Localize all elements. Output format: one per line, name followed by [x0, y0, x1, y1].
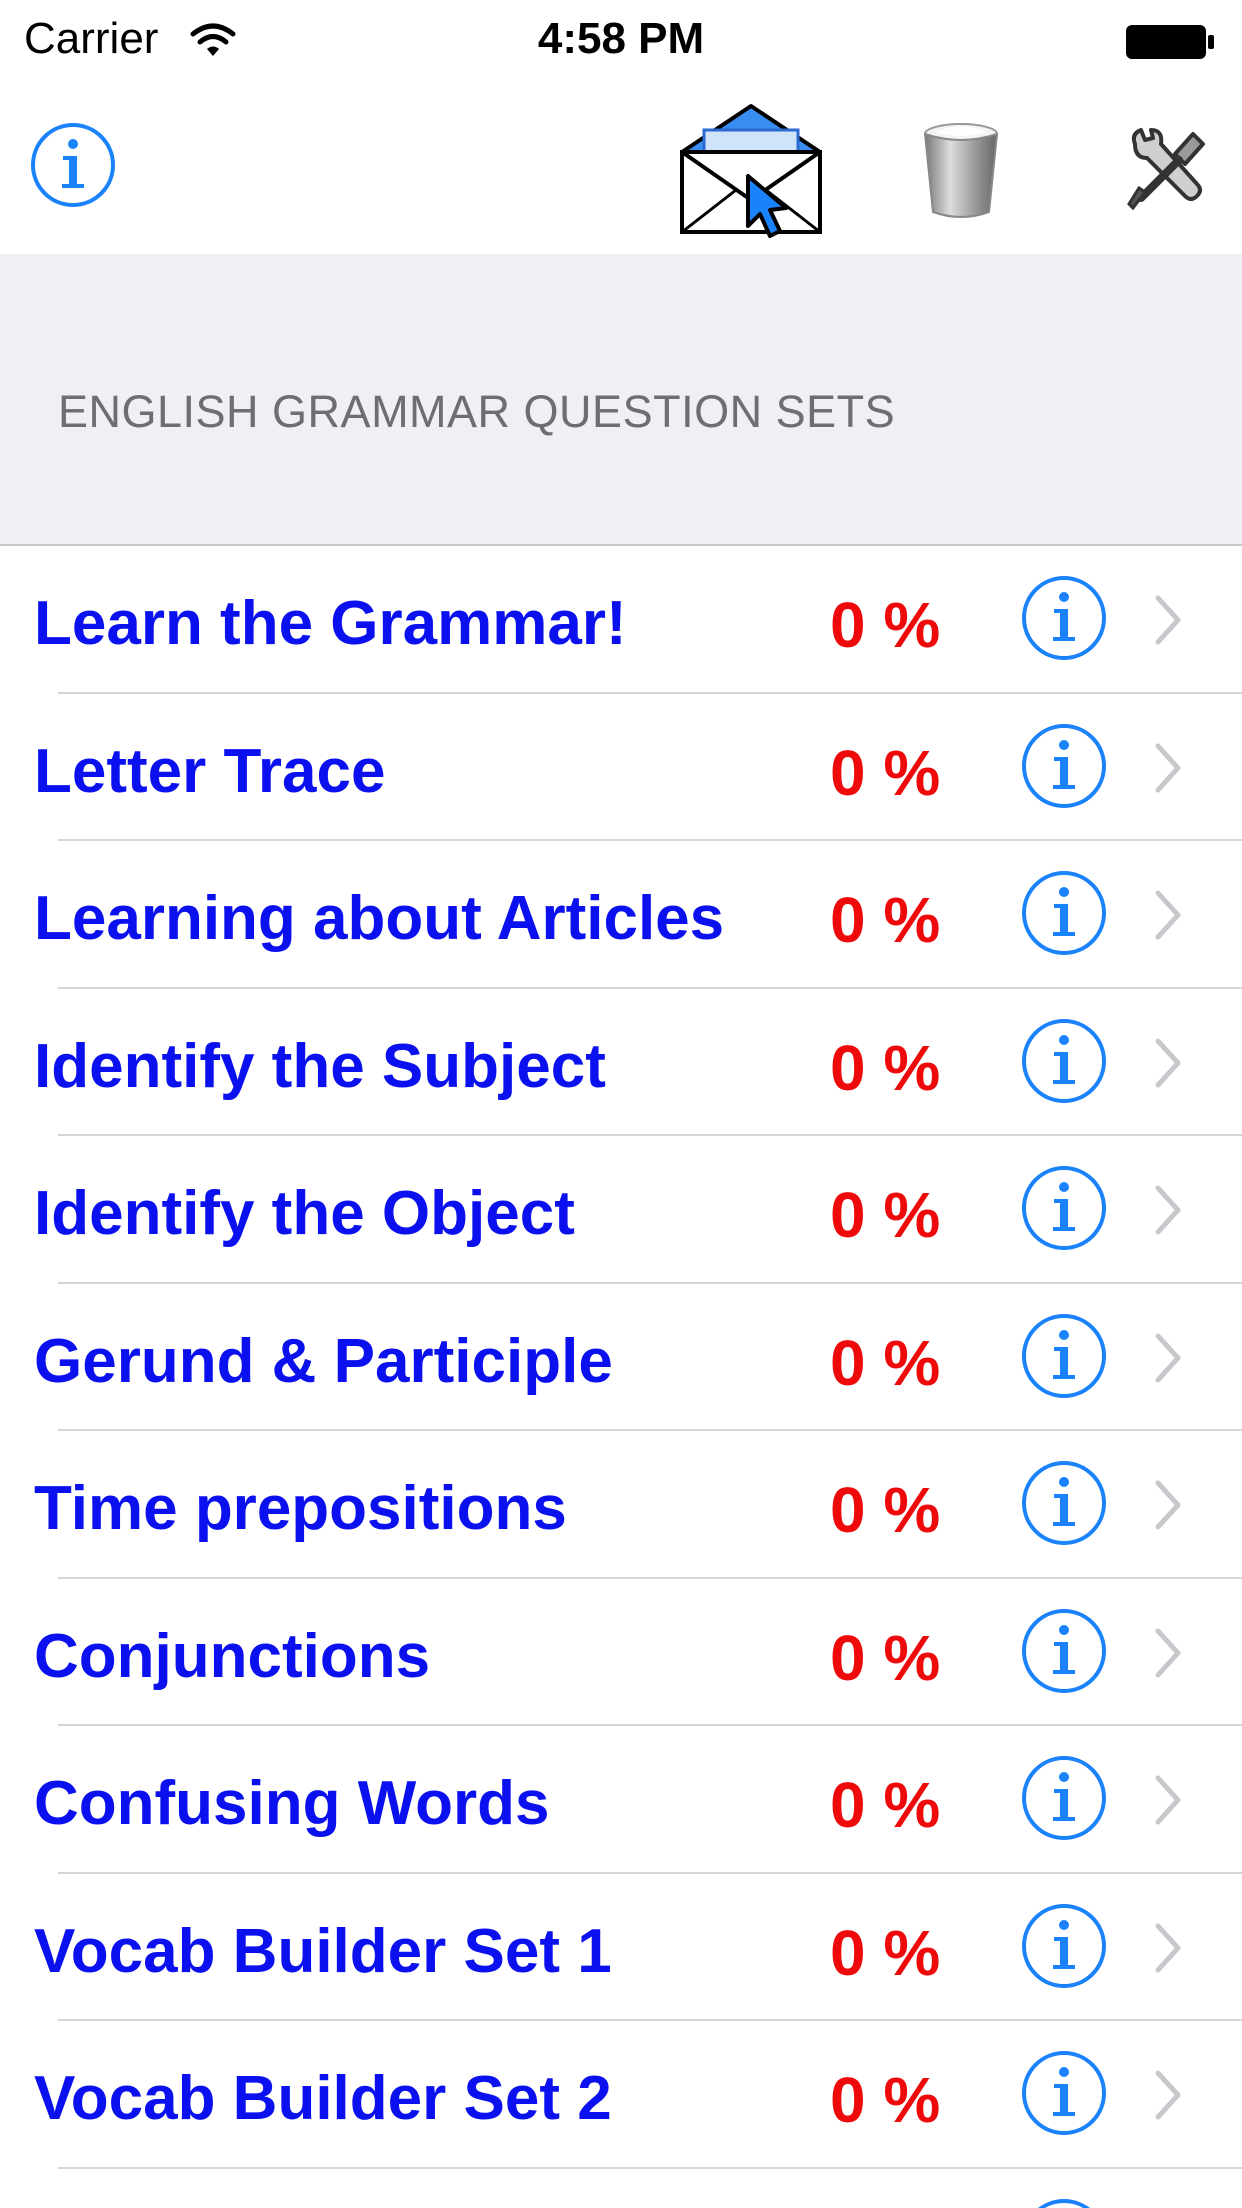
trash-button[interactable]: [906, 116, 1016, 226]
progress-percent: 0 %: [830, 1179, 941, 1251]
list-item[interactable]: Gerund & Participle 0 %: [0, 1284, 1242, 1432]
question-set-title: Identify the Subject: [34, 1031, 606, 1101]
info-button[interactable]: [28, 120, 118, 210]
status-time: 4:58 PM: [537, 14, 705, 63]
progress-percent: 0 %: [830, 1621, 941, 1694]
question-set-title: Confusing Words: [34, 1769, 550, 1838]
info-icon[interactable]: [1020, 1902, 1108, 1990]
list-item[interactable]: Vocab Builder Set 1 0 %: [0, 1874, 1242, 2022]
list-item[interactable]: Time prepositions 0 %: [0, 1431, 1242, 1579]
progress-percent: 0 %: [830, 884, 941, 956]
section-header: ENGLISH GRAMMAR QUESTION SETS: [0, 254, 1242, 546]
chevron-right-icon: [1155, 1628, 1181, 1677]
question-set-list: Learn the Grammar! 0 % Letter Trace 0 % Lear…: [0, 546, 1242, 2208]
question-set-title: Vocab Builder Set 2: [34, 2064, 612, 2133]
status-bar: Carrier 4:58 PM: [0, 0, 1242, 86]
progress-percent: 0 %: [830, 1474, 941, 1546]
question-set-title: Gerund & Participle: [34, 1326, 613, 1396]
chevron-right-icon: [1155, 1775, 1181, 1825]
question-set-title: Learn the Grammar!: [34, 589, 627, 658]
chevron-right-icon: [1155, 743, 1181, 792]
question-set-title: Letter Trace: [34, 736, 386, 806]
question-set-title: Time prepositions: [34, 1474, 567, 1543]
info-icon[interactable]: [1020, 1312, 1108, 1400]
progress-percent: 0 %: [830, 2064, 941, 2136]
chevron-right-icon: [1155, 595, 1181, 645]
list-item[interactable]: Learning about Articles 0 %: [0, 841, 1242, 989]
battery-icon: [1126, 25, 1214, 59]
progress-percent: 0 %: [830, 736, 941, 809]
info-icon[interactable]: [1020, 1459, 1108, 1547]
info-icon[interactable]: [1020, 1164, 1108, 1252]
trash-icon: [923, 123, 999, 218]
list-item[interactable]: [0, 2169, 1242, 2208]
question-set-title: Vocab Builder Set 1: [34, 1916, 612, 1986]
tools-button[interactable]: [1116, 126, 1216, 216]
info-icon: [31, 123, 115, 207]
info-icon[interactable]: [1020, 2197, 1108, 2208]
mail-button[interactable]: [676, 96, 826, 246]
chevron-right-icon: [1155, 890, 1181, 940]
chevron-right-icon: [1155, 1185, 1181, 1235]
info-icon[interactable]: [1020, 1017, 1108, 1105]
progress-percent: 0 %: [830, 1769, 941, 1841]
section-title: ENGLISH GRAMMAR QUESTION SETS: [58, 386, 896, 437]
info-icon[interactable]: [1020, 1607, 1108, 1695]
list-item[interactable]: Conjunctions 0 %: [0, 1579, 1242, 1727]
list-item[interactable]: Identify the Subject 0 %: [0, 989, 1242, 1137]
list-item[interactable]: Vocab Builder Set 2 0 %: [0, 2021, 1242, 2169]
question-set-title: Identify the Object: [34, 1179, 575, 1248]
tools-icon: [1127, 128, 1205, 211]
chevron-right-icon: [1155, 1480, 1181, 1530]
list-item[interactable]: Letter Trace 0 %: [0, 694, 1242, 842]
progress-percent: 0 %: [830, 1326, 941, 1399]
info-icon[interactable]: [1020, 869, 1108, 957]
toolbar: [0, 86, 1242, 254]
info-icon[interactable]: [1020, 574, 1108, 662]
info-icon[interactable]: [1020, 722, 1108, 810]
progress-percent: 0 %: [830, 1031, 941, 1104]
list-item[interactable]: Identify the Object 0 %: [0, 1136, 1242, 1284]
info-icon[interactable]: [1020, 1754, 1108, 1842]
progress-percent: 0 %: [830, 1916, 941, 1989]
chevron-right-icon: [1155, 1923, 1181, 1972]
chevron-right-icon: [1155, 1038, 1181, 1087]
progress-percent: 0 %: [830, 589, 941, 661]
list-item[interactable]: Confusing Words 0 %: [0, 1726, 1242, 1874]
question-set-title: Learning about Articles: [34, 884, 725, 953]
question-set-title: Conjunctions: [34, 1621, 431, 1691]
chevron-right-icon: [1155, 1333, 1181, 1382]
info-icon[interactable]: [1020, 2049, 1108, 2137]
chevron-right-icon: [1155, 2070, 1181, 2120]
list-item[interactable]: Learn the Grammar! 0 %: [0, 546, 1242, 694]
app-screen: Carrier 4:58 PM ENGLISH GRAMMAR QUESTION…: [0, 0, 1242, 2208]
mail-icon: [680, 104, 822, 238]
